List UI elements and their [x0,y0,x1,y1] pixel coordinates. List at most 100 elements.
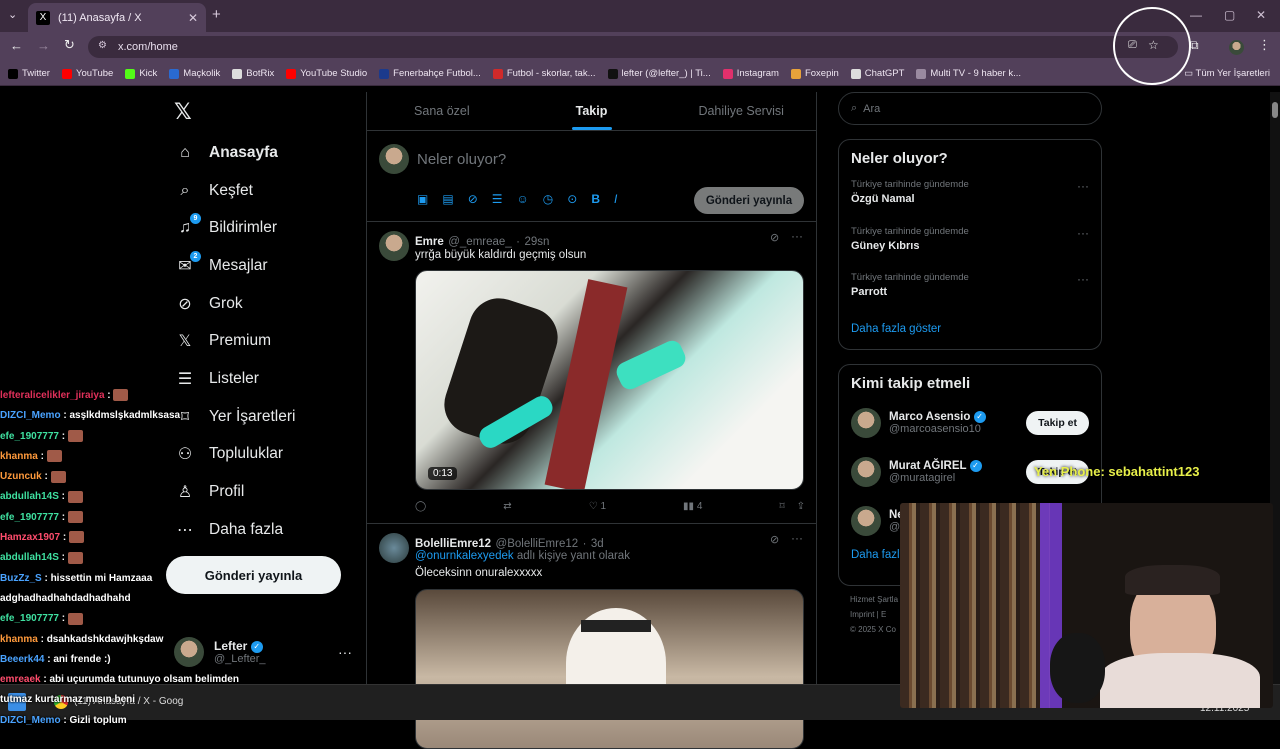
back-icon[interactable]: ← [10,38,23,53]
bookmark-item[interactable]: YouTube Studio [286,68,367,79]
like-count: 1 [600,501,606,512]
who-to-follow-item[interactable]: Marco Asensio ✓ @marcoasensio10 Takip et [839,398,1101,447]
reload-icon[interactable]: ↻ [64,37,75,53]
sidebar-item-mail[interactable]: ✉ 2 Mesajlar [160,247,360,285]
bookmark-tweet-icon[interactable]: ⌑ [779,501,784,512]
bookmark-item[interactable]: YouTube [61,68,113,79]
bold-icon[interactable]: B [591,192,600,206]
suggested-avatar[interactable] [851,456,881,487]
emoji-icon[interactable]: ☺ [517,192,529,206]
maximize-icon[interactable]: ▢ [1224,8,1235,22]
account-more-icon[interactable]: ··· [338,644,352,660]
bookmark-item[interactable]: lefter (@lefter_) | Ti... [607,68,711,79]
bookmark-item[interactable]: BotRix [232,68,274,79]
like-button[interactable]: ♡ 1 [589,501,606,512]
trend-more-icon[interactable]: ··· [1077,272,1089,286]
tweet-video[interactable]: 0:13 [415,270,804,490]
tweet-author-handle[interactable]: @_emreae_ [448,236,511,248]
bookmark-item[interactable]: Fenerbahçe Futbol... [379,68,481,79]
sidebar-item-x-logo[interactable]: 𝕏 Premium [160,322,360,360]
bookmark-item[interactable]: Kick [125,68,157,79]
media-icon[interactable]: ▣ [417,192,428,206]
close-window-icon[interactable]: ✕ [1256,8,1266,22]
trend-more-icon[interactable]: ··· [1077,226,1089,240]
bookmark-item[interactable]: Instagram [722,68,779,79]
extensions-icon[interactable]: ⧉ [1190,38,1199,53]
views-button[interactable]: ▮▮ 4 [683,501,702,512]
sidebar-item-home[interactable]: ⌂ Anasayfa [160,134,360,172]
grok-explain-icon[interactable]: ⊘ [770,231,779,244]
tweet-author-name[interactable]: Emre [415,236,444,248]
tweet-time[interactable]: 29sn [524,236,549,248]
sidebar-item-bell[interactable]: ♫ 9 Bildirimler [160,209,360,247]
browser-profile-avatar[interactable] [1229,40,1244,55]
sidebar-item-search[interactable]: ⌕ Keşfet [160,172,360,210]
suggested-handle: @muratagirel [889,471,956,484]
all-bookmarks-folder[interactable]: ▭ Tüm Yer İşaretleri [1184,68,1270,79]
show-more-trends[interactable]: Daha fazla göster [839,313,1101,349]
trend-item[interactable]: Türkiye tarihinde gündemde Özgü Namal ··· [839,173,1101,220]
tweet-author-handle[interactable]: @BolelliEmre12 [496,538,579,550]
tweet-more-icon[interactable]: ··· [791,229,803,243]
suggested-avatar[interactable] [851,407,881,438]
chat-text: asşlkdmslşkadmlksasa [69,410,181,422]
reply-icon[interactable]: ◯ [415,501,426,512]
bookmark-item[interactable]: Multi TV - 9 haber k... [916,68,1021,79]
feed-tab[interactable]: Takip [517,92,667,130]
x-logo-icon[interactable]: 𝕏 [160,92,360,132]
tab-search-icon[interactable]: ⌄ [8,8,17,21]
schedule-icon[interactable]: ◷ [543,192,553,206]
tweet-time[interactable]: 3d [591,538,604,550]
feed-tab[interactable]: Sana özel [367,92,517,130]
tweet-avatar[interactable] [379,533,409,563]
chat-message: Uzuncuk : [0,467,200,487]
suggested-avatar[interactable] [851,505,881,536]
tweet-avatar[interactable] [379,231,409,261]
chat-username: efe_1907777 [0,613,59,625]
sidebar-item-label: Premium [209,332,272,350]
suggested-name[interactable]: Murat AĞIREL [889,460,966,472]
bookmark-favicon-icon [169,68,180,79]
italic-icon[interactable]: I [614,192,617,206]
trend-item[interactable]: Türkiye tarihinde gündemde Parrott ··· [839,266,1101,313]
share-icon[interactable]: ⇪ [797,501,805,512]
close-tab-icon[interactable]: ✕ [188,11,198,25]
sidebar-item-label: Topluluklar [209,445,284,463]
suggested-name[interactable]: Marco Asensio [889,411,970,423]
bookmark-label: Maçkolik [183,68,221,79]
browser-tab[interactable]: X (11) Anasayfa / X ✕ [28,3,206,32]
bookmark-label: Fenerbahçe Futbol... [393,68,481,79]
grok-explain-icon[interactable]: ⊘ [770,533,779,546]
forward-icon[interactable]: → [37,38,50,53]
tweet-image[interactable] [415,589,804,749]
tweet-author-name[interactable]: BolelliEmre12 [415,538,491,550]
reply-to-link[interactable]: @onurnkalexyedek [415,550,514,562]
new-tab-icon[interactable]: + [212,6,221,23]
grok-compose-icon[interactable]: ⊘ [468,192,478,206]
address-bar[interactable]: ⚙ x.com/home ⎚ ☆ [88,36,1178,58]
trend-more-icon[interactable]: ··· [1077,179,1089,193]
tweet-more-icon[interactable]: ··· [791,531,803,545]
bookmark-item[interactable]: Futbol - skorlar, tak... [492,68,596,79]
gif-icon[interactable]: ▤ [442,192,453,206]
bookmark-item[interactable]: ChatGPT [850,68,904,79]
composer-input[interactable]: Neler oluyor? [417,151,506,168]
bookmark-item[interactable]: Twitter [8,68,50,79]
location-icon[interactable]: ⊙ [567,192,577,206]
search-icon: ⌕ [180,181,190,199]
browser-menu-icon[interactable]: ⋮ [1258,37,1271,53]
composer-post-button[interactable]: Gönderi yayınla [694,187,804,214]
tweet[interactable]: Emre @_emreae_ · 29sn ⊘ ··· yrrğa büyük … [367,223,817,524]
bookmark-item[interactable]: Maçkolik [169,68,220,79]
search-input[interactable]: ⌕ Ara [838,92,1102,125]
site-info-icon[interactable]: ⚙ [98,40,107,51]
feed-tab[interactable]: Dahiliye Servisi [666,92,816,130]
retweet-icon[interactable]: ⇄ [503,501,511,512]
follow-button[interactable]: Takip et [1026,410,1089,435]
minimize-icon[interactable]: — [1190,8,1202,22]
trend-item[interactable]: Türkiye tarihinde gündemde Güney Kıbrıs ··… [839,220,1101,267]
bookmark-item[interactable]: Foxepin [790,68,839,79]
sidebar-item-grok[interactable]: ⊘ Grok [160,285,360,323]
poll-icon[interactable]: ☰ [492,192,503,206]
chat-emote-icon [68,531,84,544]
